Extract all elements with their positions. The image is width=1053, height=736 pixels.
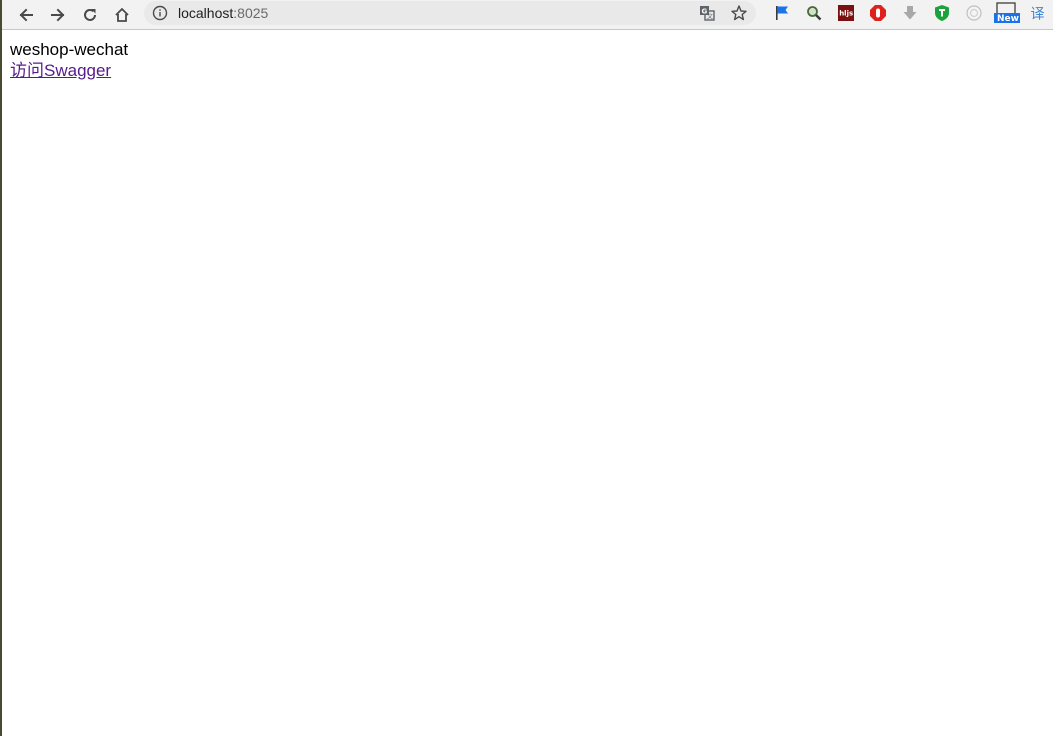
hljs-extension-button[interactable]: hljs: [836, 3, 856, 23]
translate-extension-button[interactable]: 译: [1028, 3, 1048, 23]
shield-extension-button[interactable]: [932, 3, 952, 23]
flag-extension-button[interactable]: [772, 3, 792, 23]
circle-extension-icon: [966, 5, 982, 21]
magnifier-extension-icon: [807, 6, 822, 21]
browser-window: localhost:8025 G 文 hljs New 译 weshop-wec…: [0, 0, 1053, 736]
page-content: weshop-wechat 访问Swagger: [10, 39, 128, 81]
adblock-extension-icon: [870, 5, 886, 21]
download-extension-button[interactable]: [900, 3, 920, 23]
translate-extension-icon: 译: [1031, 7, 1045, 23]
url-text[interactable]: localhost:8025: [178, 4, 268, 22]
browser-toolbar: localhost:8025 G 文 hljs New 译: [2, 0, 1053, 30]
download-extension-icon: [903, 6, 917, 20]
page-title: weshop-wechat: [10, 40, 129, 59]
translate-icon[interactable]: G 文: [698, 4, 716, 22]
reload-button[interactable]: [77, 2, 103, 28]
forward-button[interactable]: [45, 2, 71, 28]
home-button[interactable]: [109, 2, 135, 28]
back-button[interactable]: [13, 2, 39, 28]
svg-text:文: 文: [707, 13, 713, 21]
magnifier-extension-button[interactable]: [804, 3, 824, 23]
url-host: localhost: [178, 5, 234, 21]
address-bar[interactable]: localhost:8025 G 文: [144, 1, 756, 25]
arrow-right-icon: [51, 8, 65, 22]
flag-extension-icon: [776, 6, 788, 20]
reload-icon: [84, 8, 96, 21]
new-extension-label: New: [997, 14, 1019, 24]
arrow-left-icon: [19, 8, 33, 22]
circle-extension-button[interactable]: [964, 3, 984, 23]
hljs-extension-icon: hljs: [838, 5, 854, 21]
hljs-extension-label: hljs: [839, 10, 853, 18]
new-extension-button[interactable]: New: [994, 2, 1020, 24]
adblock-extension-button[interactable]: [868, 3, 888, 23]
home-icon: [115, 7, 129, 22]
swagger-link[interactable]: 访问Swagger: [10, 60, 111, 81]
info-icon[interactable]: [152, 5, 168, 21]
star-icon[interactable]: [730, 4, 748, 22]
url-port: :8025: [233, 5, 269, 21]
new-extension-icon: New: [994, 2, 1020, 24]
translate-extension-label: 译: [1031, 7, 1045, 23]
shield-extension-icon: [935, 5, 949, 21]
